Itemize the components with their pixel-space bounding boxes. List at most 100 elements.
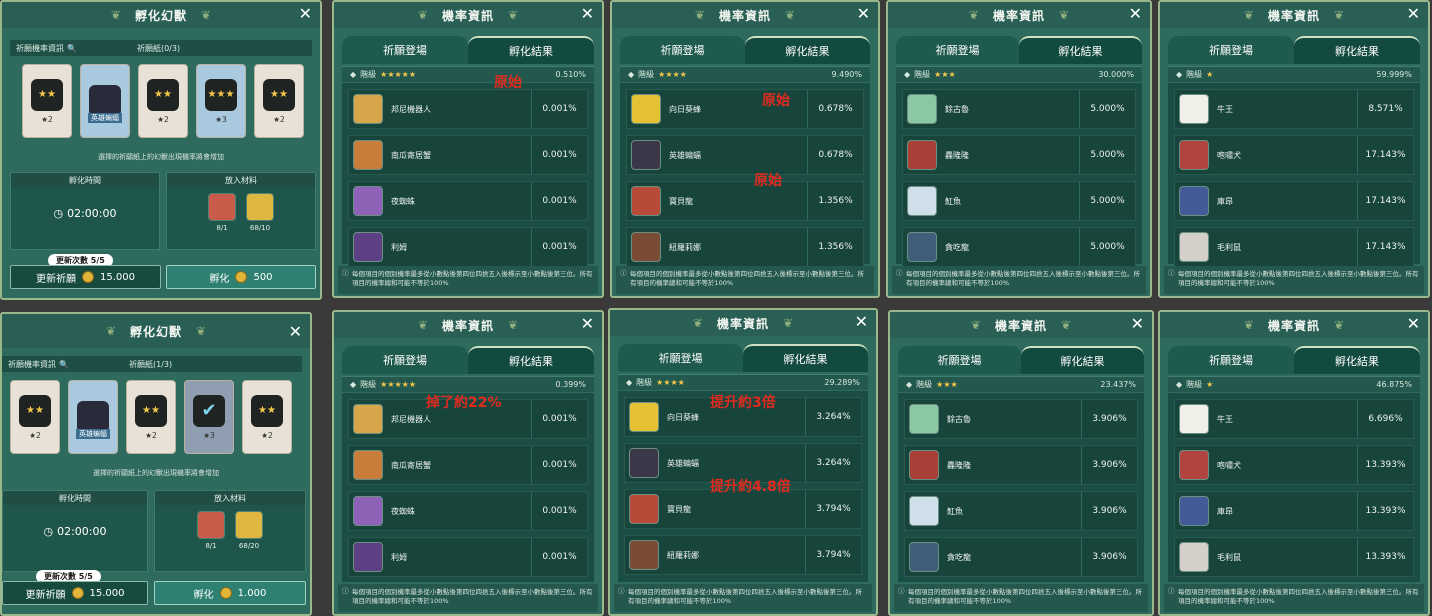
gem-icon: ★★ [251, 394, 283, 427]
tab-wish[interactable]: 祈願登場 [342, 36, 468, 64]
wish-card[interactable]: 英雄蝙蝠 [68, 380, 118, 454]
coin-icon [71, 587, 84, 599]
close-icon[interactable]: ✕ [855, 312, 868, 331]
disclaimer: ⓘ 每個項目的個別機率最多從小數點後第四位四捨五入後標示至小數點後第三位。所有項… [616, 266, 874, 294]
tab-hatch-result[interactable]: 孵化結果 [1294, 346, 1420, 374]
disclaimer-text: 每個項目的個別機率最多從小數點後第四位四捨五入後標示至小數點後第三位。所有項目的… [906, 270, 1140, 287]
leaf-icon: ❦ [694, 8, 705, 22]
tab-wish[interactable]: 祈願登場 [618, 344, 743, 372]
tab-wish[interactable]: 祈願登場 [896, 36, 1019, 64]
close-icon[interactable]: ✕ [857, 4, 870, 23]
creature-icon [353, 542, 383, 572]
wish-card[interactable]: ★★ ★2 [10, 380, 60, 454]
material-item[interactable]: 68/10 [246, 193, 274, 232]
tab-wish[interactable]: 祈願登場 [620, 36, 745, 64]
card-level: ★3 [215, 114, 227, 124]
close-icon[interactable]: ✕ [1129, 4, 1142, 23]
close-icon[interactable]: ✕ [1131, 314, 1144, 333]
time-display: ◷ 02:00:00 [3, 525, 147, 538]
creature-name: 咆嘯犬 [1217, 150, 1241, 160]
tab-hatch-result[interactable]: 孵化結果 [468, 346, 594, 374]
tab-hatch-result[interactable]: 孵化結果 [1019, 36, 1142, 64]
panel-header: ❦ 機率資訊 ❦ ✕ [888, 2, 1150, 28]
refresh-wish-button[interactable]: 更新祈願 15.000 [2, 581, 148, 605]
wish-card[interactable]: ★★ ★2 [138, 64, 188, 138]
probability-list[interactable]: ◆ 階級 ★★★ 30.000% 餘古魯 5.000% 轟隆隆 5.000% 魟… [896, 66, 1142, 267]
star-shard-icon [235, 511, 263, 539]
probability-value: 6.696% [1357, 400, 1413, 438]
close-icon[interactable]: ✕ [1407, 4, 1420, 23]
wish-card[interactable]: ★★ ★2 [242, 380, 292, 454]
probability-list[interactable]: ◆ 階級 ★ 46.875% 牛王 6.696% 咆嘯犬 13.393% 庫昂 … [1168, 376, 1420, 582]
probability-value: 1.356% [807, 182, 863, 220]
tab-hatch-result[interactable]: 孵化結果 [743, 344, 868, 372]
search-icon[interactable]: 🔍 [67, 44, 77, 53]
tier-label: 階級 [638, 70, 655, 79]
material-item[interactable]: 8/1 [208, 193, 236, 232]
probability-list[interactable]: ◆ 階級 ★★★ 23.437% 餘古魯 3.906% 轟隆隆 3.906% 魟… [898, 376, 1144, 582]
creature-icon [629, 494, 659, 524]
wish-card[interactable]: ★★ ★2 [126, 380, 176, 454]
creature-name: 魟魚 [945, 196, 961, 206]
clock-icon: ◷ [43, 525, 54, 538]
tab-hatch-result[interactable]: 孵化結果 [468, 36, 594, 64]
panel-title: 機率資訊 [716, 316, 769, 331]
star-shard-icon [246, 193, 274, 221]
tier-label: 階級 [1186, 380, 1203, 389]
egg-icon [208, 193, 236, 221]
probability-value: 3.264% [805, 398, 861, 436]
wish-card[interactable]: ★★★ ★3 [196, 64, 246, 138]
tab-wish[interactable]: 祈願登場 [1168, 36, 1294, 64]
leaf-icon: ❦ [201, 8, 212, 22]
probability-value: 8.571% [1357, 90, 1413, 128]
diamond-icon: ◆ [906, 380, 913, 389]
tab-wish[interactable]: 祈願登場 [898, 346, 1021, 374]
close-icon[interactable]: ✕ [581, 314, 594, 333]
leaf-icon: ❦ [1334, 318, 1345, 332]
wish-card[interactable]: ★★ ★2 [22, 64, 72, 138]
disclaimer-text: 每個項目的個別機率最多從小數點後第四位四捨五入後標示至小數點後第三位。所有項目的… [630, 270, 864, 287]
creature-icon [631, 186, 661, 216]
tab-hatch-result[interactable]: 孵化結果 [745, 36, 870, 64]
material-count: 68/20 [238, 542, 260, 550]
creature-name: 貪吃龍 [945, 242, 969, 252]
tier-percent: 0.510% [555, 70, 586, 79]
panel-header: ❦ 機率資訊 ❦ ✕ [612, 2, 878, 28]
tier-header: ◆ 階級 ★★★★★ 0.510% [342, 67, 594, 83]
tier-header: ◆ 階級 ★★★ 30.000% [896, 67, 1142, 83]
probability-list[interactable]: ◆ 階級 ★★★★★ 0.510% 邦尼機器人 0.001% 南瓜寄居蟹 0.0… [342, 66, 594, 267]
close-icon[interactable]: ✕ [1407, 314, 1420, 333]
creature-icon [353, 496, 383, 526]
tier-header: ◆ 階級 ★★★★★ 0.399% [342, 377, 594, 393]
probability-list[interactable]: ◆ 階級 ★ 59.999% 牛王 8.571% 咆嘯犬 17.143% 庫昂 … [1168, 66, 1420, 267]
tier-stars: ★★★ [934, 70, 956, 79]
wish-info-link[interactable]: 祈願機率資訊 [8, 359, 56, 370]
gem-icon: ★★ [31, 78, 63, 111]
close-icon[interactable]: ✕ [581, 4, 594, 23]
wish-card-selected[interactable]: ✔ ★3 [184, 380, 234, 454]
tab-wish[interactable]: 祈願登場 [342, 346, 468, 374]
probability-panel: ❦ 機率資訊 ❦ ✕ 祈願登場 孵化結果 ◆ 階級 ★★★★★ 0.399% 邦… [332, 310, 604, 616]
material-item[interactable]: 68/20 [235, 511, 263, 550]
refresh-wish-button[interactable]: 更新祈願 15.000 [10, 265, 161, 289]
wish-info-link[interactable]: 祈願機率資訊 [16, 43, 64, 54]
close-icon[interactable]: ✕ [299, 4, 312, 23]
probability-value: 3.906% [1081, 492, 1137, 530]
probability-value: 0.001% [531, 492, 587, 530]
probability-list[interactable]: ◆ 階級 ★★★★ 9.490% 向日葵蜂 0.678% 英雄蝙蝠 0.678%… [620, 66, 870, 267]
material-item[interactable]: 8/1 [197, 511, 225, 550]
search-icon[interactable]: 🔍 [59, 360, 69, 369]
tab-hatch-result[interactable]: 孵化結果 [1294, 36, 1420, 64]
hatch-button[interactable]: 孵化 500 [166, 265, 316, 289]
hatch-button[interactable]: 孵化 1.000 [154, 581, 306, 605]
probability-row: 牛王 6.696% [1174, 399, 1414, 439]
close-icon[interactable]: ✕ [289, 322, 302, 341]
tab-wish[interactable]: 祈願登場 [1168, 346, 1294, 374]
wish-card[interactable]: ★★ ★2 [254, 64, 304, 138]
probability-value: 0.001% [531, 182, 587, 220]
wish-card[interactable]: 英雄蝙蝠 [80, 64, 130, 138]
creature-icon [1179, 232, 1209, 262]
tier-stars: ★★★★ [656, 378, 685, 387]
tier-label: 階級 [636, 378, 653, 387]
tab-hatch-result[interactable]: 孵化結果 [1021, 346, 1144, 374]
